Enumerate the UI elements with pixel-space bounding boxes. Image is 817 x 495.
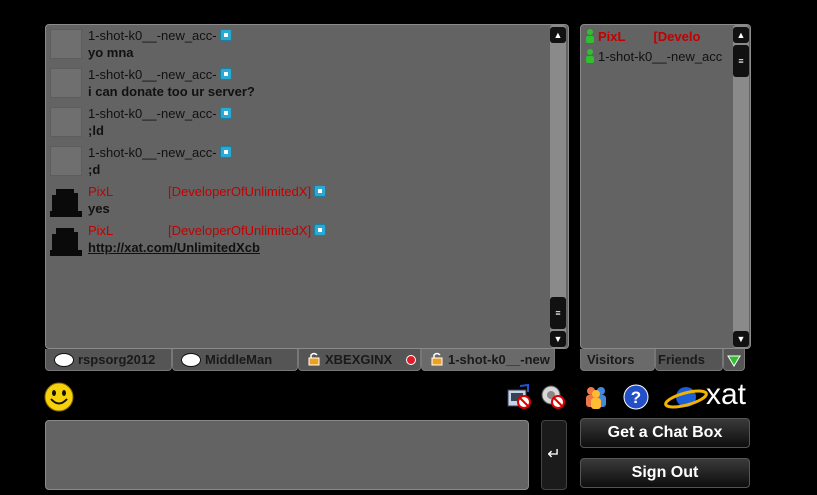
scroll-up-icon[interactable]: ▲ [733,27,749,43]
message-text: yo mna [88,45,134,60]
scroll-down-icon[interactable]: ▼ [550,331,566,347]
triangle-down-icon [727,355,741,367]
pixel-avatar-icon [50,189,82,217]
home-icon [219,107,232,119]
message-sender[interactable]: PixL [88,223,113,238]
avatar[interactable] [50,107,82,137]
visitor-item[interactable]: PixL [Develo [585,29,700,47]
message-sender[interactable]: 1-shot-k0__-new_acc- [88,67,232,82]
message-sender[interactable]: 1-shot-k0__-new_acc- [88,28,232,43]
sign-out-button[interactable]: Sign Out [580,458,750,488]
visitors-scrollbar[interactable]: ▲ ≡ ▼ [733,25,749,348]
get-chat-box-button[interactable]: Get a Chat Box [580,418,750,448]
scroll-thumb[interactable]: ≡ [733,45,749,77]
music-off-icon[interactable] [506,384,532,410]
avatar[interactable] [50,146,82,176]
chat-bubble-icon [181,352,201,367]
message-sender[interactable]: 1-shot-k0__-new_acc- [88,145,232,160]
scroll-down-icon[interactable]: ▼ [733,331,749,347]
tab-friends[interactable]: Friends [655,349,723,371]
home-icon [314,185,327,197]
close-tab-icon[interactable] [406,355,416,365]
home-icon [219,68,232,80]
avatar[interactable] [50,68,82,98]
tab-rspsorg2012[interactable]: rspsorg2012 [45,349,172,371]
visitor-tag: [Develo [653,29,701,44]
person-icon [586,29,594,43]
visitor-item[interactable]: 1-shot-k0__-new_acc [585,49,722,67]
visitor-name: 1-shot-k0__-new_acc [598,49,723,64]
tab-xbexginx[interactable]: XBEXGINX [298,349,421,371]
lock-icon [431,352,443,366]
person-icon [586,49,594,63]
svg-text:?: ? [631,388,641,407]
xat-logo[interactable]: xat [664,378,754,414]
sound-off-icon[interactable] [540,384,566,410]
planet-icon [664,387,708,409]
message-sender[interactable]: 1-shot-k0__-new_acc- [88,106,232,121]
tab-1-shot-k0[interactable]: 1-shot-k0__-new [421,349,555,371]
logo-text: xat [706,378,747,411]
message-sender-tag: [DeveloperOfUnlimitedX] [168,184,327,199]
message-link[interactable]: http://xat.com/UnlimitedXcb [88,240,260,255]
tab-menu[interactable] [723,349,745,371]
home-icon [314,224,327,236]
pixel-avatar-icon [50,228,82,256]
message-sender-tag: [DeveloperOfUnlimitedX] [168,223,327,238]
avatar[interactable] [50,224,82,256]
message-sender[interactable]: PixL [88,184,113,199]
smiley-icon[interactable] [44,382,74,412]
scroll-thumb[interactable]: ≡ [550,297,566,329]
users-icon[interactable] [583,384,609,410]
lock-icon [308,352,320,366]
avatar[interactable] [50,185,82,217]
message-text: yes [88,201,110,216]
visitors-panel: PixL [Develo 1-shot-k0__-new_acc ▲ ≡ ▼ [580,24,751,349]
scroll-up-icon[interactable]: ▲ [550,27,566,43]
home-icon [219,29,232,41]
message-scrollbar[interactable]: ▲ ≡ ▼ [550,25,566,348]
tab-visitors[interactable]: Visitors [580,349,655,371]
message-text: ;d [88,162,101,177]
home-icon [219,146,232,158]
avatar[interactable] [50,29,82,59]
visitor-name: PixL [598,29,626,44]
message-text: ;ld [88,123,104,138]
enter-arrow-icon: ↵ [547,446,561,463]
message-text: i can donate too ur server? [88,84,255,99]
tab-middleman[interactable]: MiddleMan [172,349,298,371]
help-icon[interactable]: ? [623,384,649,410]
chat-bubble-icon [54,352,74,367]
send-button[interactable]: ↵ [541,420,567,490]
message-panel: 1-shot-k0__-new_acc- yo mna 1-shot-k0__-… [45,24,569,349]
message-input[interactable] [45,420,529,490]
